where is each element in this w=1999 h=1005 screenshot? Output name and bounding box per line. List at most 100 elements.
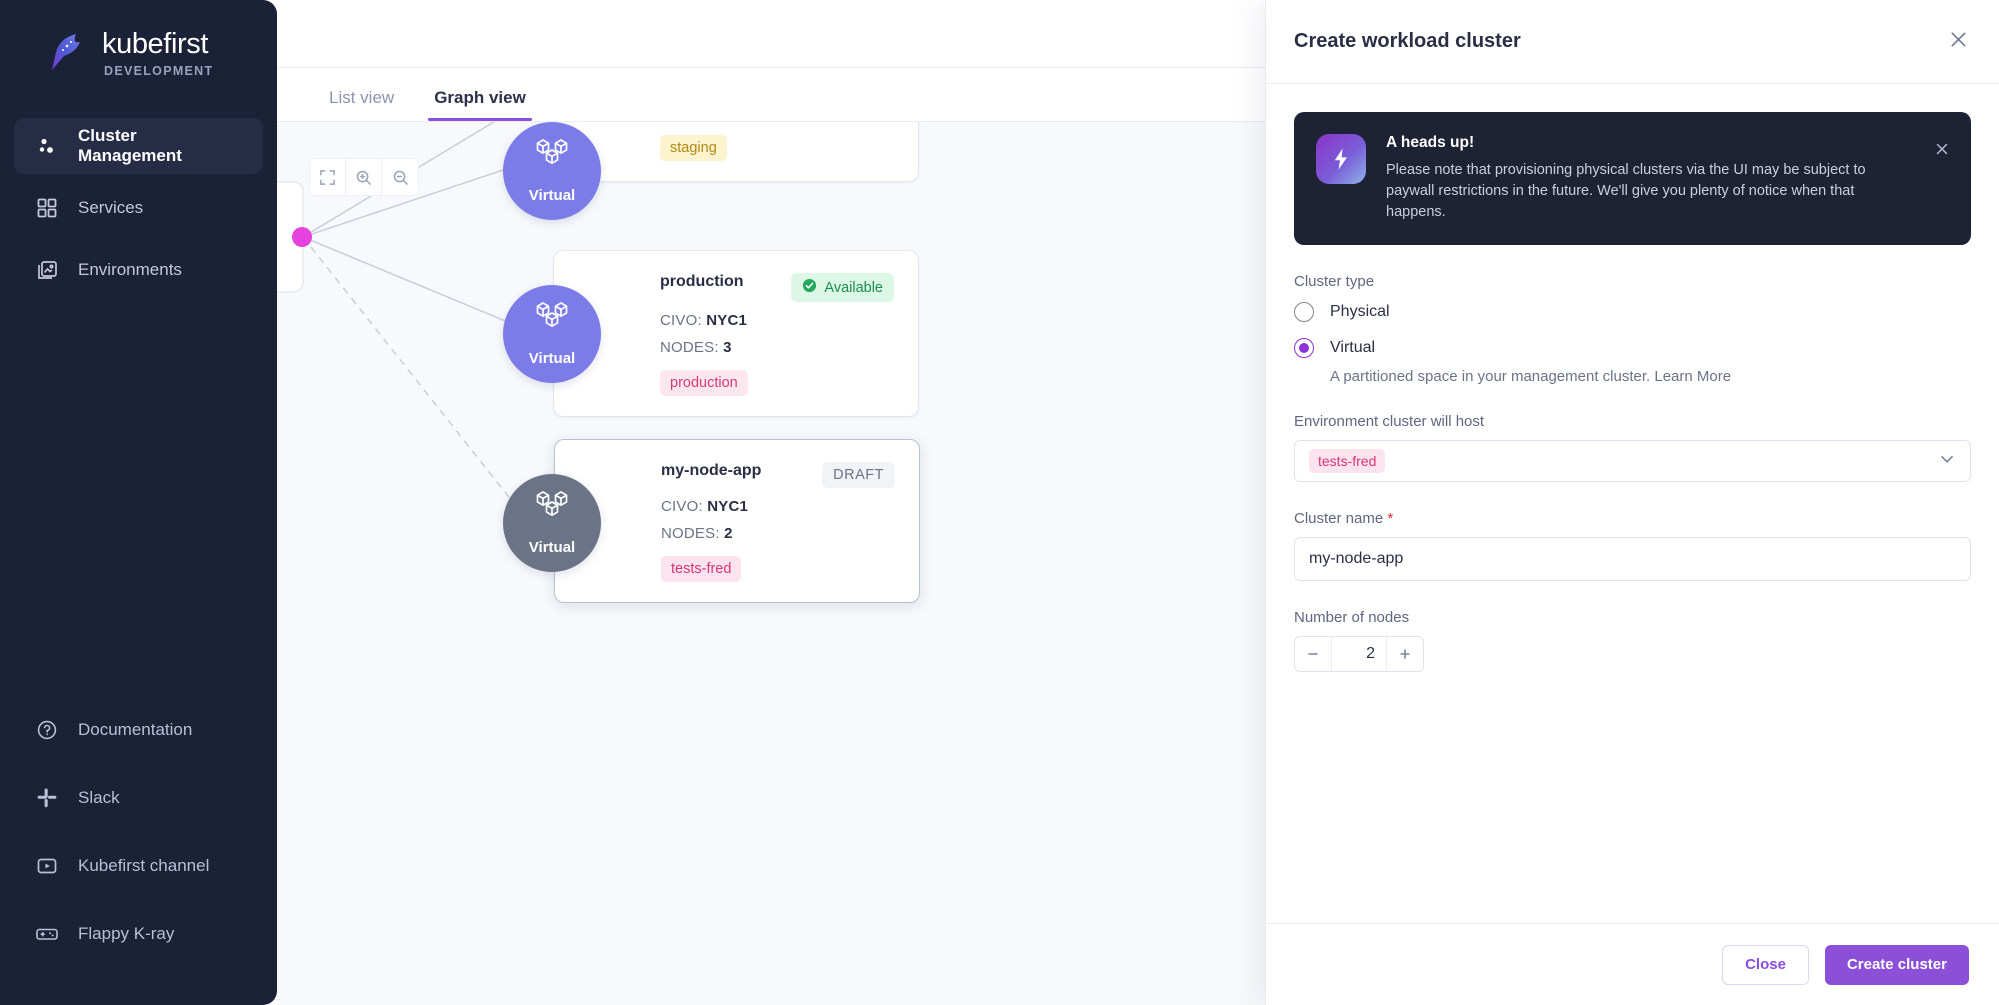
fullscreen-icon[interactable] [310,159,346,195]
radio-circle-icon [1294,302,1314,323]
cluster-type-section: Cluster type Physical Virtual A partitio… [1294,273,1971,385]
alert-title: A heads up! [1386,134,1475,151]
provider-label: CIVO: [661,498,703,515]
gamepad-icon [34,921,60,947]
tab-label: Graph view [434,88,526,107]
sidebar-item-kubefirst-channel[interactable]: Kubefirst channel [14,835,263,897]
brand-name: kubefirst [102,28,208,60]
environment-chip: tests-fred [661,556,742,582]
close-icon[interactable] [1948,29,1969,55]
provider-value: NYC1 [706,312,748,329]
cluster-name-input[interactable]: my-node-app [1294,537,1971,582]
cluster-name: production [660,273,744,290]
sidebar: kubefirst DEVELOPMENT Cluster Management [0,0,277,1005]
cluster-bubble-production[interactable]: Virtual [503,285,601,383]
image-stack-icon [34,257,60,283]
cluster-card-production[interactable]: production Available CIVO: NYC1 NODES: 3… [553,250,919,417]
nodes-value: 2 [724,525,733,542]
sidebar-item-label: Services [78,198,144,217]
bubble-label: Virtual [528,350,576,367]
sidebar-item-services[interactable]: Services [14,180,263,236]
sidebar-item-slack[interactable]: Slack [14,767,263,829]
slack-icon [34,785,60,811]
heads-up-alert: A heads up! Please note that provisionin… [1294,112,1971,246]
cluster-bubble-staging[interactable]: Virtual [503,122,601,220]
tab-graph-view[interactable]: Graph view [428,88,532,121]
zoom-out-icon[interactable] [382,159,418,195]
kubefirst-ray-logo-icon [46,30,92,72]
nodes-label: NODES: [661,525,720,542]
nodes-value[interactable]: 2 [1331,637,1387,672]
primary-nav: Cluster Management Services Environments [0,118,277,304]
nodes-stepper: 2 [1294,636,1424,673]
environment-selected-chip: tests-fred [1309,449,1386,474]
nodes-label: Number of nodes [1294,609,1410,627]
question-circle-icon [34,717,60,743]
sidebar-item-label: Flappy K-ray [78,924,175,943]
status-badge: DRAFT [822,462,895,488]
tab-label: List view [329,88,395,107]
sidebar-item-documentation[interactable]: Documentation [14,699,263,761]
drawer-title: Create workload cluster [1294,30,1521,52]
cluster-type-label: Cluster type [1294,273,1375,291]
radio-label: Virtual [1330,339,1376,357]
environment-label: Environment cluster will host [1294,413,1485,431]
plus-icon[interactable] [1387,637,1423,671]
drawer-footer: Close Create cluster [1266,923,1999,1005]
cube-cluster-icon [530,134,574,183]
alert-dismiss-close-icon[interactable] [1935,142,1949,160]
sidebar-item-cluster-management[interactable]: Cluster Management [14,118,263,174]
sidebar-item-label: Kubefirst channel [78,856,210,875]
cluster-name-section: Cluster name * my-node-app [1294,510,1971,582]
sidebar-item-environments[interactable]: Environments [14,242,263,298]
alert-text: Please note that provisioning physical c… [1386,162,1866,221]
tab-list-view[interactable]: List view [323,88,400,121]
provider-value: NYC1 [707,498,749,515]
cluster-name-label-text: Cluster name [1294,510,1384,528]
cube-cluster-icon [530,486,574,535]
cluster-dots-icon [34,133,60,159]
cluster-provider: CIVO: NYC1 [661,498,895,515]
cluster-name-label: Cluster name * [1294,510,1971,527]
radio-physical[interactable]: Physical [1294,302,1971,323]
nodes-label: NODES: [660,339,719,356]
status-badge: Available [791,273,894,302]
close-button[interactable]: Close [1722,944,1809,985]
cluster-type-hint: A partitioned space in your management c… [1330,368,1732,386]
sidebar-item-label: Environments [78,260,182,279]
cluster-name-value: my-node-app [1309,550,1404,568]
cluster-nodes: NODES: 3 [660,339,894,356]
sidebar-item-flappy-k-ray[interactable]: Flappy K-ray [14,903,263,965]
brand-subtitle: DEVELOPMENT [104,64,214,78]
cluster-nodes: NODES: 2 [661,525,895,542]
brand: kubefirst DEVELOPMENT [0,0,277,78]
grid-squares-icon [34,195,60,221]
cluster-card-my-node-app[interactable]: my-node-app DRAFT CIVO: NYC1 NODES: 2 te… [554,439,920,603]
radio-circle-selected-icon [1294,338,1314,359]
drawer-header: Create workload cluster [1266,0,1999,84]
lightning-bolt-icon [1316,134,1366,184]
provider-label: CIVO: [660,312,702,329]
radio-virtual[interactable]: Virtual [1294,338,1971,359]
sidebar-item-label: Documentation [78,720,193,739]
environment-section: Environment cluster will host tests-fred [1294,413,1971,483]
radio-label: Physical [1330,303,1390,321]
environment-chip: staging [660,135,727,161]
cluster-provider: CIVO: NYC1 [660,312,894,329]
required-marker: * [1387,510,1394,528]
minus-icon[interactable] [1295,637,1331,671]
create-cluster-button[interactable]: Create cluster [1824,944,1969,985]
cluster-card-staging[interactable]: CIVO: NYC1 NODES: 3 staging [553,122,919,182]
zoom-in-icon[interactable] [346,159,382,195]
graph-root-node [292,227,312,247]
nodes-section: Number of nodes 2 [1294,609,1971,673]
youtube-play-icon [34,853,60,879]
create-cluster-drawer: Create workload cluster A heads up! Plea… [1265,0,1999,1005]
secondary-nav: Documentation Slack Kubefirst channel Fl… [0,699,277,1005]
bubble-label: Virtual [528,539,576,556]
cluster-bubble-my-node-app[interactable]: Virtual [503,474,601,572]
check-circle-icon [802,278,817,297]
sidebar-item-label: Cluster Management [78,126,182,165]
environment-select[interactable]: tests-fred [1294,440,1971,483]
